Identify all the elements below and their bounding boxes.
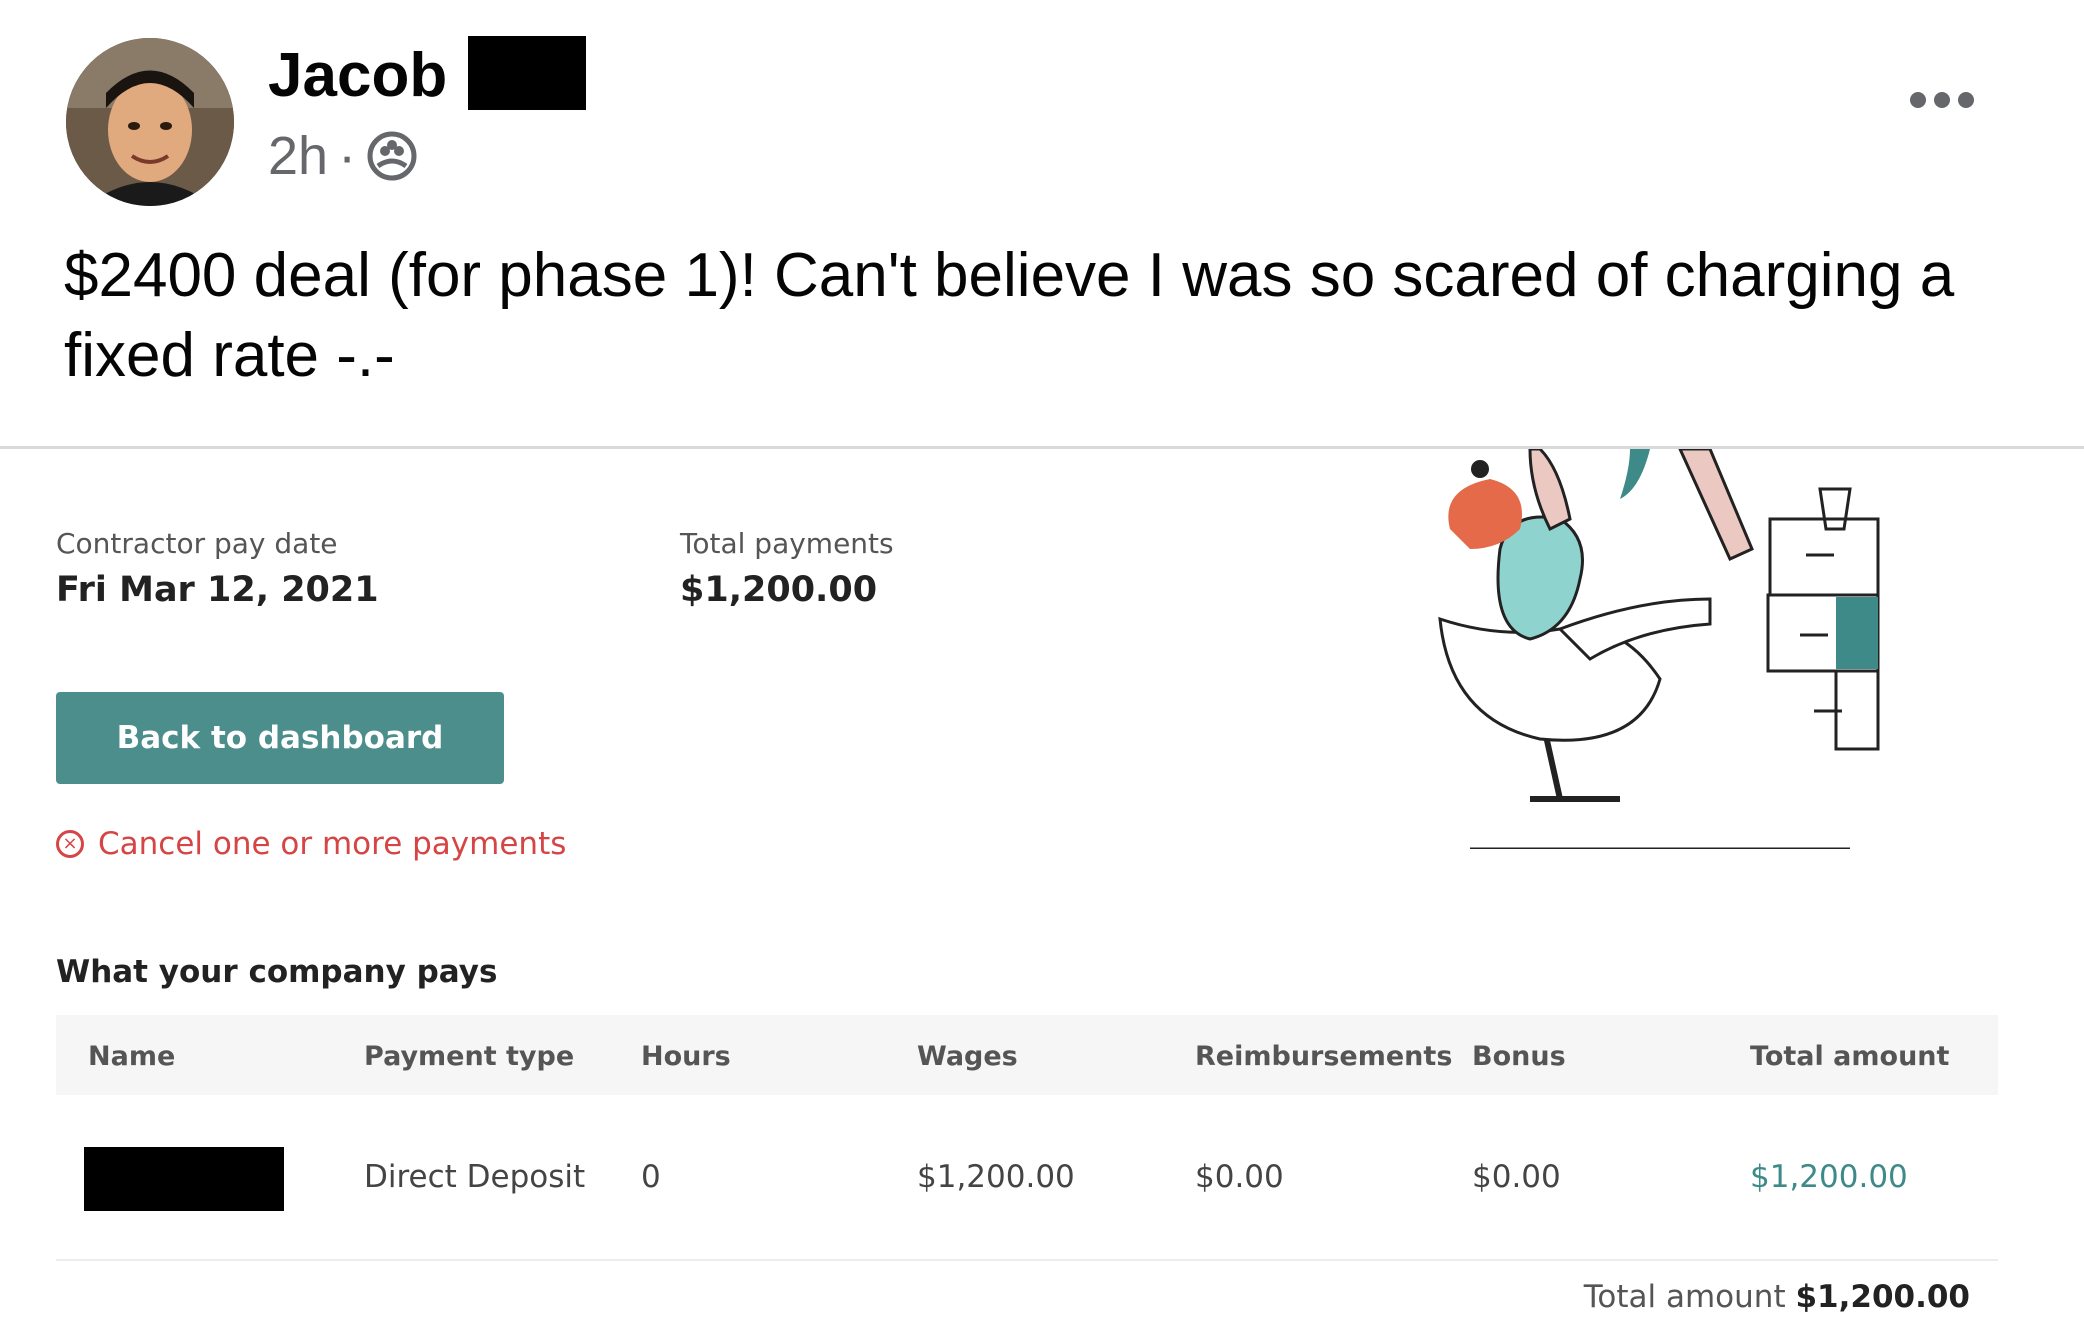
total-payments-value: $1,200.00 (680, 570, 878, 610)
section-title: What your company pays (56, 954, 498, 990)
author-name[interactable]: Jacob (268, 40, 447, 111)
redaction-bar (84, 1147, 284, 1211)
cancel-circle-icon: × (56, 830, 84, 858)
total-amount-label: Total amount (1583, 1279, 1796, 1315)
payment-screenshot: Contractor pay date Fri Mar 12, 2021 Tot… (0, 449, 2084, 1334)
more-options-icon[interactable] (1910, 92, 1990, 132)
total-amount-cell: $1,200.00 (1750, 1159, 1908, 1195)
pay-date-value: Fri Mar 12, 2021 (56, 570, 379, 610)
total-amount-value: $1,200.00 (1795, 1279, 1970, 1315)
column-header: Bonus (1472, 1041, 1566, 1072)
column-header: Hours (641, 1041, 731, 1072)
avatar[interactable] (66, 38, 234, 206)
hours-cell: 0 (641, 1159, 661, 1195)
post-text: $2400 deal (for phase 1)! Can't believe … (64, 241, 1955, 390)
column-header: Payment type (364, 1041, 575, 1072)
reimbursements-cell: $0.00 (1195, 1159, 1284, 1195)
cancel-payments-link[interactable]: × Cancel one or more payments (56, 826, 566, 862)
cancel-payments-label: Cancel one or more payments (98, 826, 567, 862)
total-amount-summary: Total amount $1,200.00 (1584, 1279, 1970, 1315)
column-header: Name (88, 1041, 176, 1072)
meta-separator: · (338, 126, 357, 186)
column-header: Wages (917, 1041, 1018, 1072)
wages-cell: $1,200.00 (917, 1159, 1075, 1195)
payment-type-cell: Direct Deposit (364, 1159, 586, 1195)
total-payments-label: Total payments (680, 527, 894, 560)
table-row: Direct Deposit 0 $1,200.00 $0.00 $0.00 $… (56, 1095, 1998, 1261)
column-header: Total amount (1750, 1041, 1950, 1072)
relaxing-person-illustration (1438, 449, 1880, 849)
redaction-bar (468, 36, 586, 110)
post-header: Jacob 2h · $2400 deal (for phase 1)! Can… (0, 0, 2084, 445)
bonus-cell: $0.00 (1472, 1159, 1561, 1195)
back-to-dashboard-button[interactable]: Back to dashboard (56, 692, 504, 784)
avatar-photo (66, 38, 234, 206)
post-meta: 2h · (268, 125, 418, 187)
table-header: Name Payment type Hours Wages Reimbursem… (56, 1015, 1998, 1095)
column-header: Reimbursements (1195, 1041, 1453, 1072)
post-time[interactable]: 2h (268, 125, 328, 187)
friends-icon[interactable] (366, 130, 418, 182)
pay-date-label: Contractor pay date (56, 527, 338, 560)
